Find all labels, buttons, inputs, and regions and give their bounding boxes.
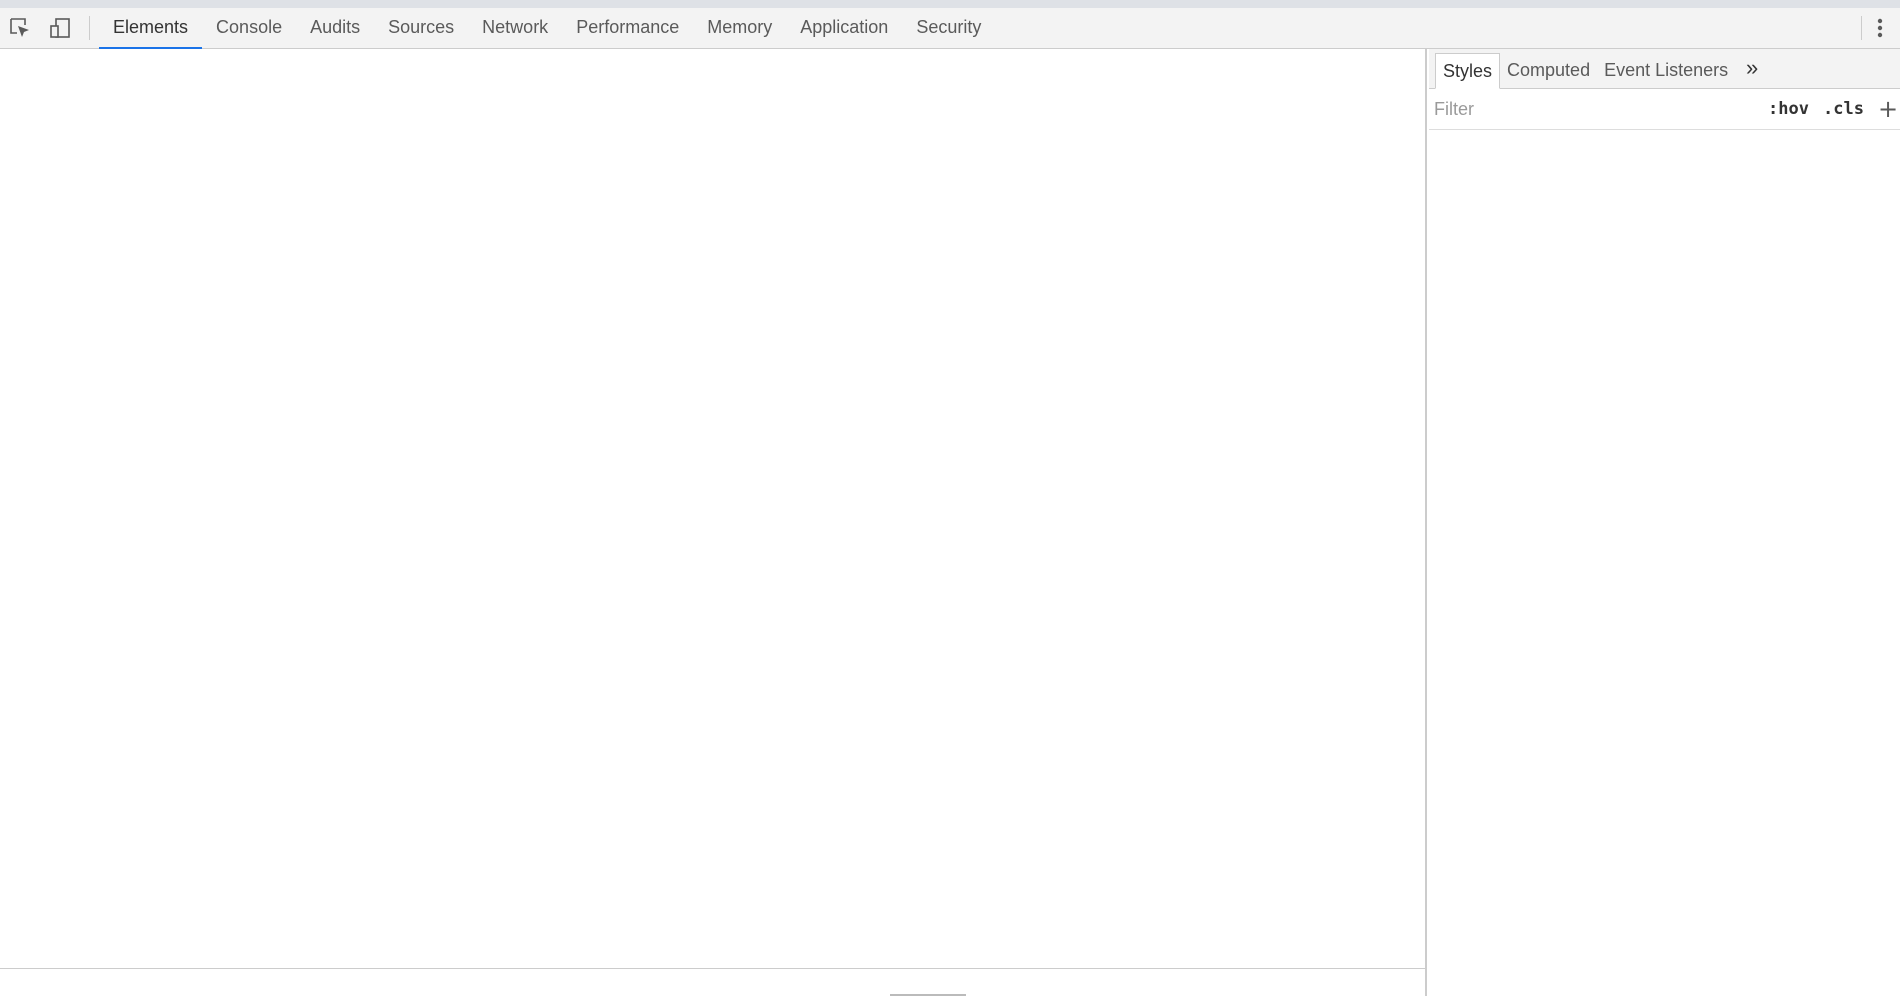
inspect-element-button[interactable] [0, 8, 40, 48]
tab-network[interactable]: Network [468, 8, 562, 49]
cls-toggle-button[interactable]: .cls [1823, 99, 1864, 119]
styles-filter-bar: :hov .cls + [1429, 89, 1900, 130]
tab-computed[interactable]: Computed [1500, 53, 1597, 88]
panel-tabs: Elements Console Audits Sources Network … [99, 8, 995, 49]
tab-performance[interactable]: Performance [562, 8, 693, 49]
styles-sidebar: Styles Computed Event Listeners » :hov .… [1429, 49, 1900, 996]
device-toolbar-icon [50, 18, 70, 38]
tab-security[interactable]: Security [902, 8, 995, 49]
hov-toggle-button[interactable]: :hov [1768, 99, 1809, 119]
tab-sources[interactable]: Sources [374, 8, 468, 49]
device-toolbar-button[interactable] [40, 8, 80, 48]
new-style-rule-button[interactable]: + [1876, 95, 1900, 123]
elements-panel[interactable] [0, 49, 1427, 996]
customize-menu-button[interactable] [1860, 8, 1900, 48]
breadcrumb-bar [0, 968, 1425, 996]
tab-application[interactable]: Application [786, 8, 902, 49]
inspect-element-icon [10, 18, 29, 37]
more-tabs-chevron-icon[interactable]: » [1735, 47, 1769, 88]
tab-audits[interactable]: Audits [296, 8, 374, 49]
tab-elements[interactable]: Elements [99, 8, 203, 49]
window-top-strip [0, 0, 1900, 8]
tab-styles[interactable]: Styles [1435, 53, 1501, 89]
styles-filter-input[interactable] [1434, 94, 1754, 124]
toolbar-separator [89, 16, 90, 40]
tab-event-listeners[interactable]: Event Listeners [1597, 53, 1735, 88]
devtools-toolbar: Elements Console Audits Sources Network … [0, 8, 1900, 49]
tab-memory[interactable]: Memory [693, 8, 786, 49]
tab-console[interactable]: Console [202, 8, 296, 49]
sidebar-tabs: Styles Computed Event Listeners » [1429, 49, 1900, 89]
vertical-dots-icon [1877, 18, 1883, 38]
